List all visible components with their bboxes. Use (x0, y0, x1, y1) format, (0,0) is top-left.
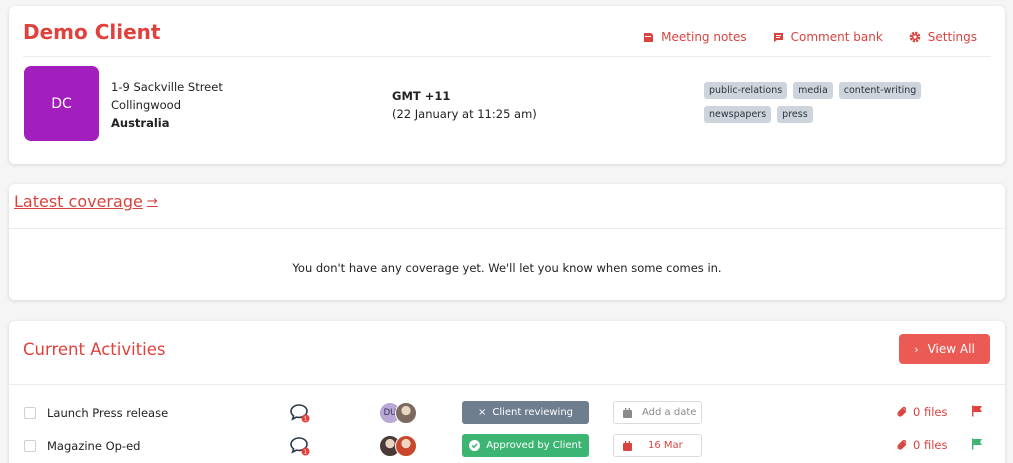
tag: content-writing (838, 82, 922, 99)
view-all-label: View All (927, 342, 975, 356)
flag-icon[interactable] (971, 438, 983, 450)
date-picker[interactable]: Add a date (613, 401, 702, 424)
row-checkbox[interactable] (24, 407, 36, 419)
client-tags: public-relations media content-writing n… (704, 82, 944, 123)
tag: press (777, 106, 813, 123)
client-avatar: DC (24, 66, 99, 141)
activity-name[interactable]: Launch Press release (47, 406, 168, 420)
comment-bank-link[interactable]: Comment bank (773, 30, 883, 44)
client-card: Demo Client Meeting notes Comment bank S… (9, 6, 1005, 164)
flag-icon[interactable] (971, 405, 983, 417)
paperclip-icon (897, 439, 907, 450)
activity-row: Magazine Op-ed 1 Approved by Client 16 M… (9, 433, 1005, 459)
client-actions: Meeting notes Comment bank Settings (617, 30, 977, 44)
settings-link[interactable]: Settings (909, 30, 977, 44)
client-name: Demo Client (23, 20, 161, 44)
date-label: 16 Mar (648, 440, 683, 451)
comment-bank-label: Comment bank (790, 30, 883, 44)
local-time: (22 January at 11:25 am) (392, 107, 537, 121)
client-address: 1-9 Sackville Street Collingwood Austral… (111, 78, 223, 132)
activities-card: Current Activities › View All Launch Pre… (9, 321, 1005, 463)
activity-row: Launch Press release 1 DU × Client revie… (9, 400, 1005, 426)
gear-icon (909, 31, 921, 43)
date-picker[interactable]: 16 Mar (613, 434, 702, 457)
status-badge[interactable]: × Client reviewing (462, 401, 589, 424)
avatar (395, 435, 417, 457)
files-label: 0 files (913, 405, 948, 419)
latest-coverage-label: Latest coverage (14, 192, 143, 211)
meeting-notes-link[interactable]: Meeting notes (643, 30, 747, 44)
date-label: Add a date (642, 407, 697, 418)
view-all-button[interactable]: › View All (899, 334, 990, 364)
assignee-avatars (379, 435, 417, 457)
chevron-right-icon: › (914, 342, 919, 356)
row-checkbox[interactable] (24, 440, 36, 452)
tag: newspapers (704, 106, 772, 123)
settings-label: Settings (927, 30, 977, 44)
comment-icon[interactable]: 1 (289, 435, 311, 457)
check-circle-icon (469, 440, 481, 451)
comment-icon[interactable]: 1 (289, 402, 311, 424)
close-icon: × (477, 407, 487, 418)
divider (9, 228, 1005, 229)
calendar-icon (623, 440, 632, 451)
meeting-notes-label: Meeting notes (661, 30, 747, 44)
coverage-empty-message: You don't have any coverage yet. We'll l… (292, 261, 722, 275)
address-country: Australia (111, 116, 170, 130)
divider (9, 384, 1005, 385)
status-label: Approved by Client (486, 440, 582, 451)
activity-name[interactable]: Magazine Op-ed (47, 439, 140, 453)
tag: media (793, 82, 833, 99)
address-line1: 1-9 Sackville Street (111, 80, 223, 94)
calendar-icon (623, 407, 632, 418)
latest-coverage-link[interactable]: Latest coverage → (14, 192, 158, 211)
notebook-icon (644, 32, 654, 42)
status-badge[interactable]: Approved by Client (462, 434, 589, 457)
client-timezone: GMT +11 (22 January at 11:25 am) (392, 87, 537, 123)
tag: public-relations (704, 82, 788, 99)
divider (23, 56, 991, 57)
coverage-card: Latest coverage → You don't have any cov… (9, 184, 1005, 300)
files-label: 0 files (913, 438, 948, 452)
status-label: Client reviewing (492, 407, 574, 418)
files-link[interactable]: 0 files (897, 438, 947, 452)
svg-text:1: 1 (304, 450, 308, 456)
avatar (395, 402, 417, 424)
activities-title: Current Activities (23, 340, 166, 359)
svg-text:1: 1 (304, 417, 308, 423)
arrow-right-icon: → (146, 194, 158, 209)
assignee-avatars: DU (379, 402, 417, 424)
timezone-offset: GMT +11 (392, 89, 451, 103)
comment-icon (773, 32, 783, 42)
files-link[interactable]: 0 files (897, 405, 947, 419)
address-line2: Collingwood (111, 98, 182, 112)
paperclip-icon (897, 406, 907, 417)
